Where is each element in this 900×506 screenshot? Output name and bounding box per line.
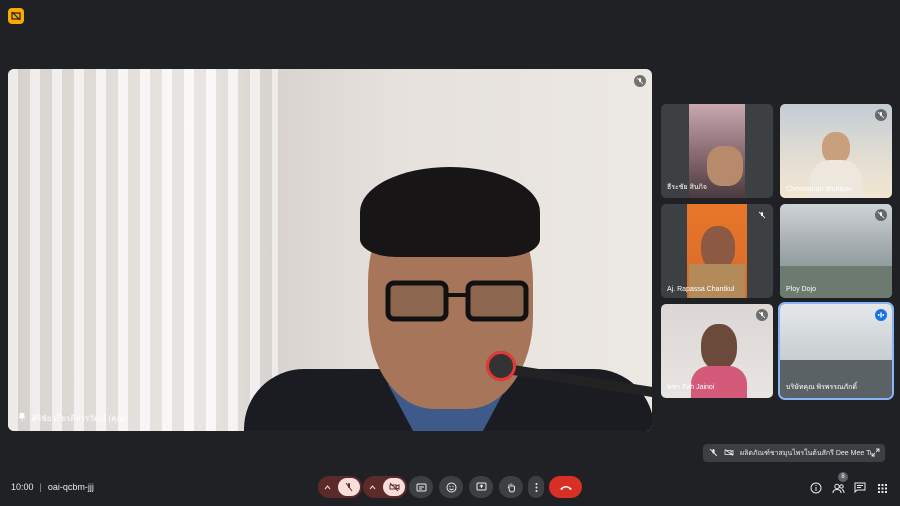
hang-up-button[interactable] <box>549 476 582 498</box>
participant-tile-3[interactable]: Aj. Rapassa Chantkul <box>661 204 773 298</box>
mic-off-button[interactable] <box>338 478 360 496</box>
more-options-button[interactable] <box>528 476 544 498</box>
mic-control <box>318 476 362 498</box>
bottom-toolbar: 10:00 | oai-qcbm-jjj <box>0 470 900 506</box>
meeting-time: 10:00 <box>11 482 34 492</box>
expand-icon[interactable] <box>871 448 880 459</box>
speaking-indicator-icon <box>875 309 887 321</box>
mic-off-icon <box>875 109 887 121</box>
self-view-bar[interactable]: ผลิตภัณฑ์ชาสมุนไพรในต้นสักรี Dee Mee Tea <box>703 444 885 462</box>
captions-button[interactable] <box>409 476 433 498</box>
chat-icon[interactable] <box>852 480 868 496</box>
speaker-hair <box>360 167 540 257</box>
mic-off-icon[interactable] <box>709 448 718 459</box>
emoji-button[interactable] <box>439 476 463 498</box>
participant-name: Ploy Dojo <box>786 286 816 293</box>
present-off-icon[interactable] <box>8 8 24 24</box>
participant-name: ธีระชัย สินกิจ <box>667 184 707 191</box>
mic-off-icon <box>634 75 646 87</box>
people-icon[interactable] <box>830 480 846 496</box>
participant-face <box>707 146 743 186</box>
self-view-label: ผลิตภัณฑ์ชาสมุนไพรในต้นสักรี Dee Mee Tea <box>740 449 871 457</box>
meeting-info: 10:00 | oai-qcbm-jjj <box>11 482 94 492</box>
pin-icon[interactable] <box>18 412 26 424</box>
participant-face <box>701 324 737 370</box>
participant-count-badge: 8 <box>838 472 848 482</box>
chevron-up-icon[interactable] <box>369 478 376 496</box>
mic-off-icon <box>875 209 887 221</box>
camera-off-button[interactable] <box>383 478 405 496</box>
main-video-tile[interactable]: ศิริชัย เกียรติสารวัฒน์ (คุณ) <box>8 69 652 431</box>
mic-off-icon <box>756 209 768 221</box>
activities-icon[interactable] <box>874 480 890 496</box>
raise-hand-button[interactable] <box>499 476 523 498</box>
background-curtain <box>8 69 278 431</box>
microphone <box>486 351 516 381</box>
participant-tile-4[interactable]: Ploy Dojo <box>780 204 892 298</box>
participant-name: Aj. Rapassa Chantkul <box>667 286 735 293</box>
participant-name: Cheewanan Wuttipan <box>786 186 853 193</box>
chevron-up-icon[interactable] <box>324 478 331 496</box>
participant-tile-5[interactable]: พชร Fah Jainoi <box>661 304 773 398</box>
separator: | <box>39 482 42 492</box>
present-button[interactable] <box>469 476 493 498</box>
camera-control <box>363 476 407 498</box>
speaker-glasses <box>385 280 529 322</box>
main-speaker-name: ศิริชัย เกียรติสารวัฒน์ (คุณ) <box>32 414 127 423</box>
participant-tile-1[interactable]: ธีระชัย สินกิจ <box>661 104 773 198</box>
meeting-code: oai-qcbm-jjj <box>47 482 94 492</box>
camera-off-icon[interactable] <box>724 448 734 459</box>
mic-off-icon <box>756 309 768 321</box>
info-icon[interactable] <box>808 480 824 496</box>
participant-name: พชร Fah Jainoi <box>667 384 715 391</box>
participant-tile-2[interactable]: Cheewanan Wuttipan <box>780 104 892 198</box>
room-floor <box>780 266 892 298</box>
participant-name: บริษัทคุณ พิรพรรณภักดิ์ <box>786 384 857 391</box>
main-speaker-label: ศิริชัย เกียรติสารวัฒน์ (คุณ) <box>18 412 127 425</box>
participant-tile-6[interactable]: บริษัทคุณ พิรพรรณภักดิ์ <box>780 304 892 398</box>
